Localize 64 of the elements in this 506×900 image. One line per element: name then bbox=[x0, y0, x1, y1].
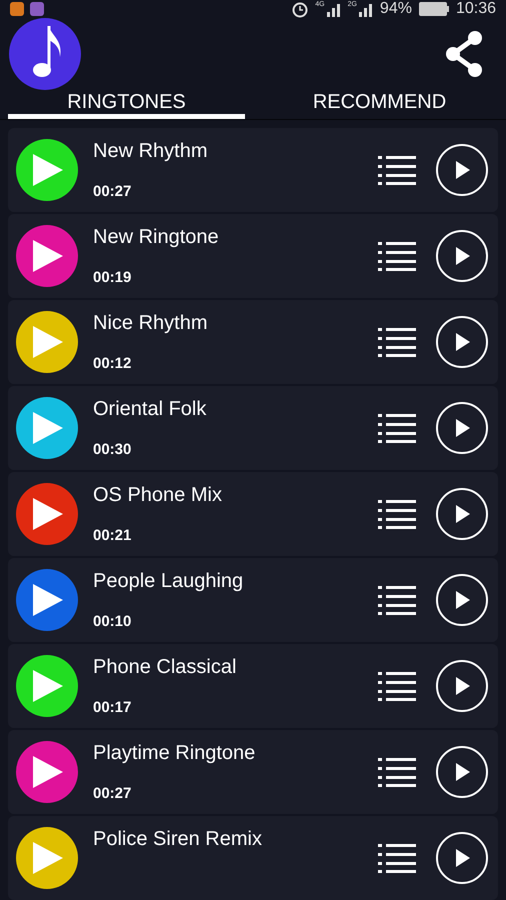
notification-icon bbox=[10, 2, 24, 16]
ringtone-title: OS Phone Mix bbox=[93, 484, 223, 507]
ringtone-duration: 00:27 bbox=[93, 785, 132, 802]
ringtone-card[interactable]: New Ringtone 00:19 bbox=[8, 214, 498, 298]
ringtone-duration: 00:17 bbox=[93, 699, 132, 716]
ringtone-card[interactable]: People Laughing 00:10 bbox=[8, 558, 498, 642]
ringtone-title: Playtime Ringtone bbox=[93, 742, 256, 765]
music-note-icon bbox=[9, 18, 81, 90]
ringtone-duration: 00:19 bbox=[93, 269, 132, 286]
battery-icon bbox=[418, 1, 450, 17]
play-icon bbox=[453, 160, 471, 180]
menu-icon[interactable] bbox=[378, 757, 416, 787]
play-button[interactable] bbox=[436, 316, 488, 368]
ringtone-card[interactable]: Oriental Folk 00:30 bbox=[8, 386, 498, 470]
tab[interactable]: RECOMMEND bbox=[261, 90, 498, 119]
ringtone-duration: 00:30 bbox=[93, 441, 132, 458]
clock: 10:36 bbox=[456, 0, 496, 18]
ringtone-duration: 00:21 bbox=[93, 527, 132, 544]
menu-icon[interactable] bbox=[378, 671, 416, 701]
tab[interactable]: RINGTONES bbox=[8, 90, 245, 119]
play-icon bbox=[453, 332, 471, 352]
menu-icon[interactable] bbox=[378, 327, 416, 357]
play-button[interactable] bbox=[436, 144, 488, 196]
ringtone-duration: 00:10 bbox=[93, 613, 132, 630]
play-icon bbox=[453, 762, 471, 782]
play-button[interactable] bbox=[436, 832, 488, 884]
play-button[interactable] bbox=[436, 746, 488, 798]
play-icon bbox=[453, 676, 471, 696]
battery-percent: 94% bbox=[380, 0, 412, 18]
menu-icon[interactable] bbox=[378, 155, 416, 185]
menu-icon[interactable] bbox=[378, 413, 416, 443]
ringtone-card[interactable]: New Rhythm 00:27 bbox=[8, 128, 498, 212]
signal-icon bbox=[358, 1, 374, 17]
play-icon bbox=[453, 246, 471, 266]
signal-icon bbox=[326, 1, 342, 17]
ringtone-card[interactable]: OS Phone Mix 00:21 bbox=[8, 472, 498, 556]
menu-icon[interactable] bbox=[378, 585, 416, 615]
menu-icon[interactable] bbox=[378, 843, 416, 873]
ringtone-card[interactable]: Phone Classical 00:17 bbox=[8, 644, 498, 728]
ringtone-title: People Laughing bbox=[93, 570, 244, 593]
ringtone-duration: 00:27 bbox=[93, 183, 132, 200]
ringtone-duration: 00:12 bbox=[93, 355, 132, 372]
ringtone-title: Oriental Folk bbox=[93, 398, 208, 421]
ringtone-title: Nice Rhythm bbox=[93, 312, 208, 335]
play-button[interactable] bbox=[436, 230, 488, 282]
play-icon bbox=[453, 504, 471, 524]
menu-icon[interactable] bbox=[378, 241, 416, 271]
alarm-icon bbox=[291, 0, 310, 18]
play-button[interactable] bbox=[436, 488, 488, 540]
ringtone-title: Phone Classical bbox=[93, 656, 238, 679]
ringtone-title: New Ringtone bbox=[93, 226, 220, 249]
menu-icon[interactable] bbox=[378, 499, 416, 529]
play-button[interactable] bbox=[436, 660, 488, 712]
play-icon bbox=[453, 590, 471, 610]
play-icon bbox=[453, 848, 471, 868]
play-button[interactable] bbox=[436, 574, 488, 626]
play-button[interactable] bbox=[436, 402, 488, 454]
notification-icon bbox=[30, 2, 44, 16]
play-icon bbox=[453, 418, 471, 438]
ringtone-card[interactable]: Playtime Ringtone 00:27 bbox=[8, 730, 498, 814]
ringtone-card[interactable]: Nice Rhythm 00:12 bbox=[8, 300, 498, 384]
ringtone-title: Police Siren Remix bbox=[93, 828, 263, 851]
ringtone-card[interactable]: Police Siren Remix bbox=[8, 816, 498, 900]
ringtone-title: New Rhythm bbox=[93, 140, 208, 163]
